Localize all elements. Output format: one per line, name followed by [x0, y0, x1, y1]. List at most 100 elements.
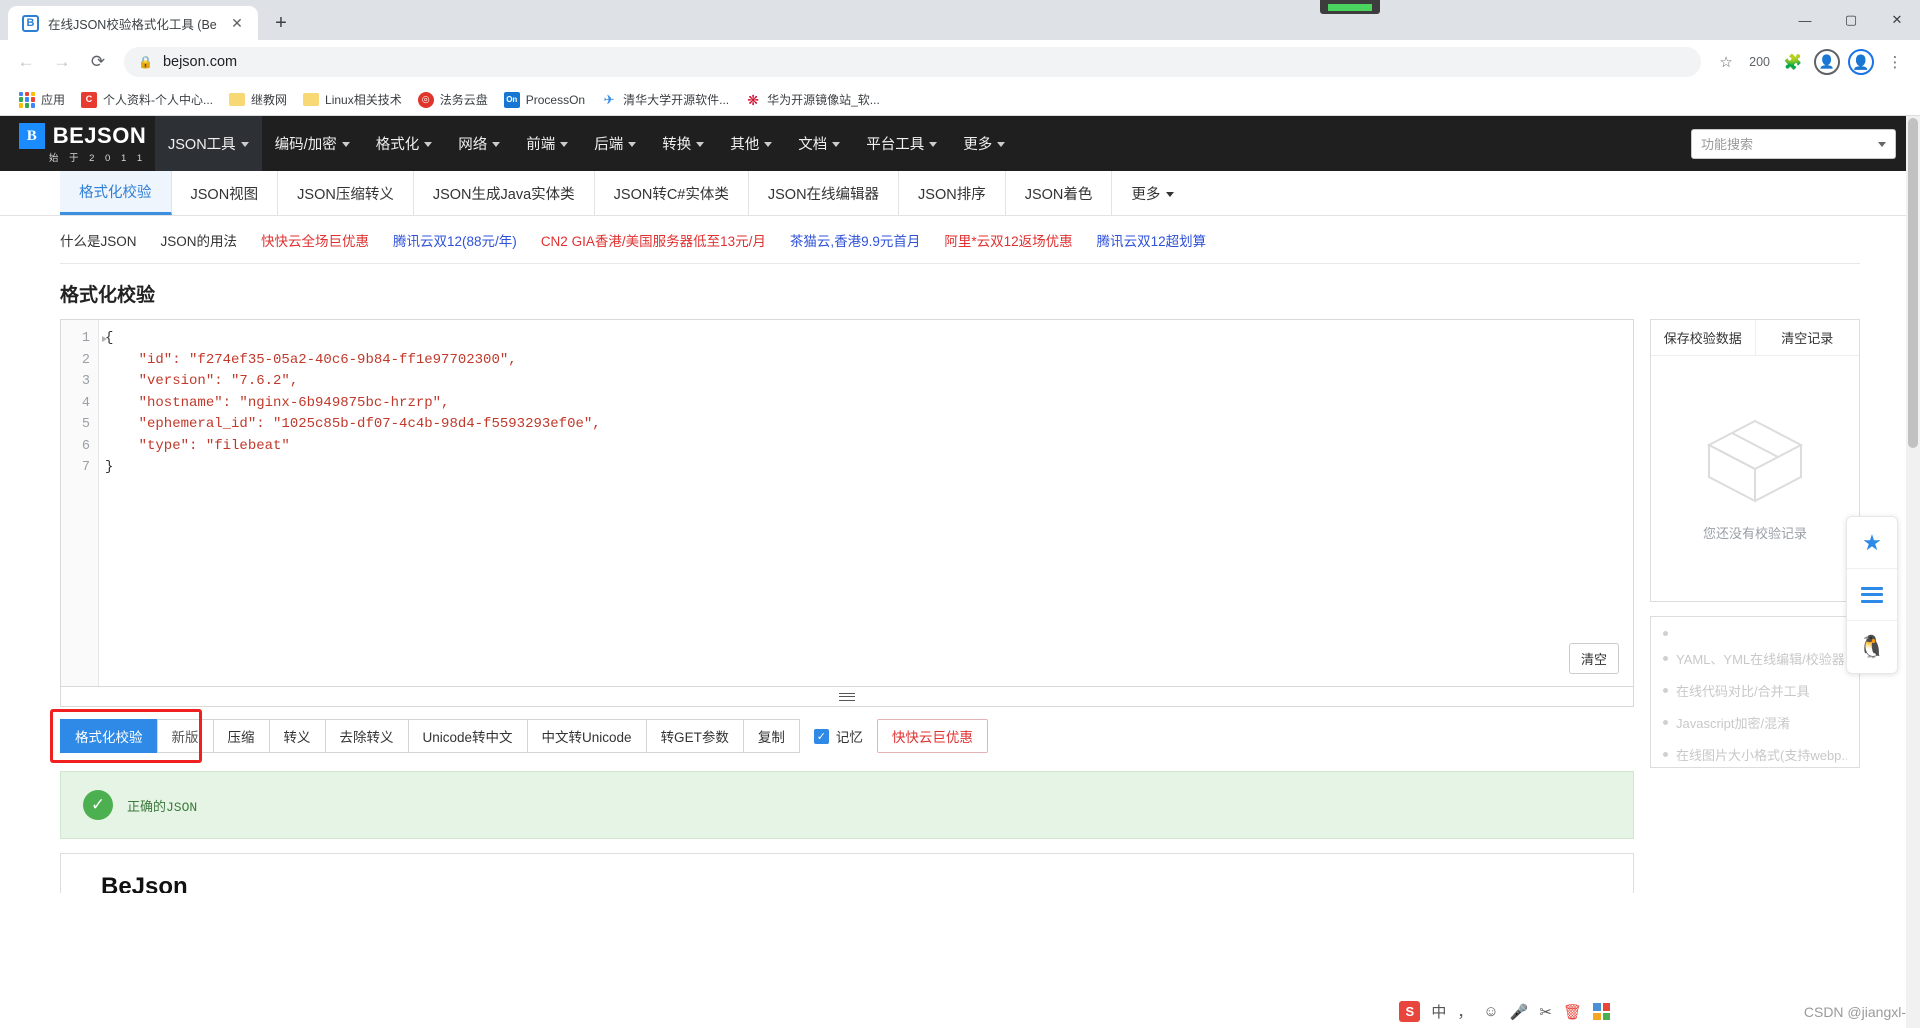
fold-triangle-icon[interactable]	[102, 336, 107, 342]
tab-json-to-csharp[interactable]: JSON转C#实体类	[595, 171, 749, 215]
bookmark-processon[interactable]: On ProcessOn	[497, 89, 592, 111]
promo-link[interactable]: 茶猫云,香港9.9元首月	[790, 230, 921, 250]
tab-more[interactable]: 更多	[1112, 171, 1193, 215]
promo-link[interactable]: JSON的用法	[161, 230, 238, 250]
ime-punctuation-icon[interactable]: ，	[1457, 1001, 1472, 1022]
ime-toolbox-icon[interactable]	[1593, 1003, 1610, 1020]
related-link-item[interactable]: 在线代码对比/合并工具	[1663, 681, 1847, 700]
qq-contact-icon[interactable]: 🐧	[1847, 621, 1897, 673]
promo-link[interactable]: 腾讯云双12(88元/年)	[393, 230, 517, 250]
nav-item-network[interactable]: 网络	[445, 116, 513, 171]
bookmark-label: 个人资料-个人中心...	[103, 93, 214, 107]
maximize-icon[interactable]: ▢	[1828, 0, 1874, 40]
minimize-icon[interactable]: —	[1782, 0, 1828, 40]
ime-emoji-icon[interactable]: ☺	[1483, 1003, 1498, 1020]
to-get-params-button[interactable]: 转GET参数	[645, 719, 743, 753]
related-link-item[interactable]	[1663, 631, 1847, 636]
user-avatar-icon[interactable]: 👤	[1812, 47, 1842, 77]
nav-item-docs[interactable]: 文档	[785, 116, 853, 171]
copy-button[interactable]: 复制	[742, 719, 800, 753]
back-icon[interactable]: ←	[10, 46, 42, 78]
ime-screenshot-icon[interactable]: ✂	[1539, 1003, 1552, 1021]
unescape-button[interactable]: 去除转义	[324, 719, 408, 753]
feature-search-select[interactable]: 功能搜索	[1691, 128, 1896, 159]
promo-link[interactable]: 什么是JSON	[60, 230, 137, 250]
related-link-item[interactable]: Javascript加密/混淆	[1663, 713, 1847, 732]
promo-cloud-button[interactable]: 快快云巨优惠	[876, 719, 988, 753]
bookmark-folder-linux[interactable]: Linux相关技术	[296, 88, 409, 111]
promo-link[interactable]: CN2 GIA香港/美国服务器低至13元/月	[541, 230, 766, 250]
bookmark-csdn[interactable]: C 个人资料-个人中心...	[74, 88, 220, 111]
browser-tab[interactable]: B 在线JSON校验格式化工具 (Be ✕	[8, 6, 258, 40]
compress-button[interactable]: 压缩	[212, 719, 269, 753]
address-bar[interactable]: 🔒 bejson.com	[124, 47, 1702, 77]
tab-strip: B 在线JSON校验格式化工具 (Be ✕ + — ▢ ✕	[0, 0, 1920, 40]
profile-icon[interactable]: 👤	[1846, 47, 1876, 77]
work-area: 1 2 3 4 5 6 7 { "id": "f274ef35-05a2-40c…	[50, 319, 1860, 893]
site-logo[interactable]: B BEJSON 始 于 2 0 1 1	[0, 116, 155, 171]
related-link-item[interactable]: 在线图片大小格式(支持webp...	[1663, 745, 1847, 764]
tab-json-view[interactable]: JSON视图	[172, 171, 279, 215]
nav-item-other[interactable]: 其他	[717, 116, 785, 171]
ime-voice-icon[interactable]: 🎤	[1510, 1003, 1529, 1021]
tab-json-to-java[interactable]: JSON生成Java实体类	[414, 171, 595, 215]
chevron-down-icon	[997, 142, 1006, 147]
promo-link[interactable]: 腾讯云双12超划算	[1097, 230, 1207, 250]
code-line: "type": "filebeat"	[105, 437, 290, 454]
menu-hamburger-icon[interactable]	[1847, 569, 1897, 621]
code-content[interactable]: { "id": "f274ef35-05a2-40c6-9b84-ff1e977…	[99, 320, 1633, 686]
favorite-star-icon[interactable]: ★	[1847, 517, 1897, 569]
promo-link[interactable]: 阿里*云双12返场优惠	[944, 230, 1072, 250]
nav-item-encoding[interactable]: 编码/加密	[262, 116, 363, 171]
bookmark-huawei[interactable]: ❋ 华为开源镜像站_软...	[738, 88, 887, 111]
tab-json-online-editor[interactable]: JSON在线编辑器	[749, 171, 900, 215]
bookmark-star-icon[interactable]: ☆	[1711, 47, 1741, 77]
bookmark-cloud-disk[interactable]: ◎ 法务云盘	[411, 88, 495, 111]
tab-json-compress-escape[interactable]: JSON压缩转义	[278, 171, 414, 215]
extensions-puzzle-icon[interactable]: 🧩	[1778, 47, 1808, 77]
bookmarks-bar: 应用 C 个人资料-个人中心... 继教网 Linux相关技术 ◎ 法务云盘 O…	[0, 84, 1920, 116]
nav-item-platform-tools[interactable]: 平台工具	[853, 116, 950, 171]
escape-button[interactable]: 转义	[268, 719, 325, 753]
bookmark-apps[interactable]: 应用	[12, 88, 72, 111]
reload-icon[interactable]: ⟳	[82, 46, 114, 78]
clear-history-button[interactable]: 清空记录	[1756, 320, 1860, 355]
nav-item-frontend[interactable]: 前端	[513, 116, 581, 171]
related-link-item[interactable]: YAML、YML在线编辑/校验器	[1663, 649, 1847, 668]
tab-json-sort[interactable]: JSON排序	[899, 171, 1006, 215]
editor-resize-handle[interactable]	[60, 687, 1634, 707]
bookmark-tsinghua[interactable]: ✈ 清华大学开源软件...	[594, 88, 736, 111]
scrollbar-thumb[interactable]	[1908, 118, 1918, 448]
nav-item-json-tools[interactable]: JSON工具	[155, 116, 262, 171]
tab-format-validate[interactable]: 格式化校验	[60, 171, 172, 215]
clear-editor-button[interactable]: 清空	[1568, 643, 1619, 674]
chinese-to-unicode-button[interactable]: 中文转Unicode	[526, 719, 646, 753]
sogou-ime-logo-icon[interactable]: S	[1399, 1001, 1421, 1022]
browser-menu-icon[interactable]: ⋮	[1880, 47, 1910, 77]
tab-label: JSON着色	[1024, 186, 1093, 203]
save-validation-data-button[interactable]: 保存校验数据	[1651, 320, 1756, 355]
new-tab-button[interactable]: +	[266, 8, 296, 38]
close-icon[interactable]: ✕	[228, 14, 246, 32]
unicode-to-chinese-button[interactable]: Unicode转中文	[407, 719, 527, 753]
logo-mark-icon: B	[18, 123, 45, 149]
tab-json-color[interactable]: JSON着色	[1006, 171, 1113, 215]
forward-icon[interactable]: →	[46, 46, 78, 78]
nav-item-format[interactable]: 格式化	[363, 116, 446, 171]
validation-result-text: 正确的JSON	[127, 799, 198, 815]
nav-item-more[interactable]: 更多	[950, 116, 1018, 171]
ime-trash-icon[interactable]: 🗑	[1563, 1003, 1582, 1021]
ime-mode-chinese[interactable]: 中	[1431, 1001, 1446, 1022]
promo-link[interactable]: 快快云全场巨优惠	[261, 230, 369, 250]
line-number-gutter: 1 2 3 4 5 6 7	[61, 320, 107, 686]
nav-label: 其他	[730, 137, 760, 153]
new-version-button[interactable]: 新版	[156, 719, 213, 753]
memory-checkbox[interactable]: ✓	[813, 728, 829, 744]
json-editor[interactable]: 1 2 3 4 5 6 7 { "id": "f274ef35-05a2-40c…	[60, 319, 1634, 687]
page-scrollbar[interactable]	[1906, 116, 1920, 1028]
nav-item-backend[interactable]: 后端	[581, 116, 649, 171]
format-validate-button[interactable]: 格式化校验	[60, 719, 157, 753]
window-close-icon[interactable]: ✕	[1874, 0, 1920, 40]
nav-item-convert[interactable]: 转换	[649, 116, 717, 171]
bookmark-folder-jijiaowang[interactable]: 继教网	[222, 88, 294, 111]
